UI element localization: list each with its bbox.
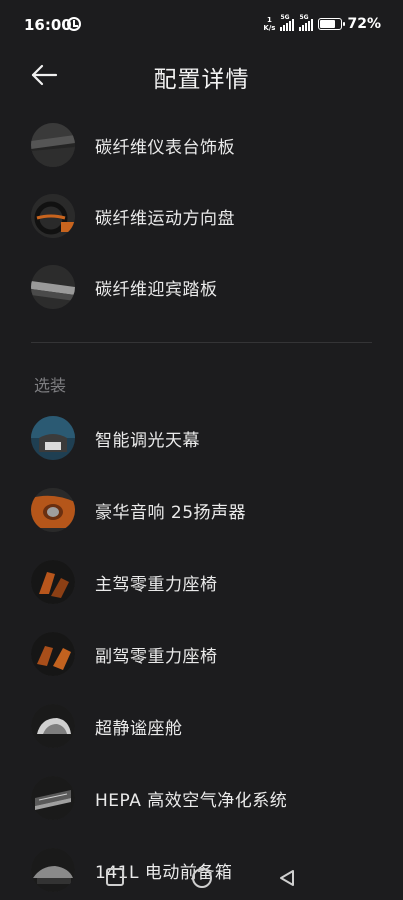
sunroof-thumb xyxy=(31,416,75,460)
system-back-button[interactable] xyxy=(277,868,297,888)
status-time: 16:00 xyxy=(24,16,72,34)
alarm-icon xyxy=(67,17,81,31)
battery-percent: 72% xyxy=(347,16,381,32)
config-item-label: 豪华音响 25扬声器 xyxy=(95,502,247,523)
config-item-quiet-cabin[interactable]: 超静谧座舱 xyxy=(0,694,403,758)
page-header: 配置详情 xyxy=(0,52,403,100)
door-sill-thumb xyxy=(31,265,75,309)
screen: 16:00 1 K/s 5G 5G 72% 配置详情 碳纤维仪表台饰板 碳纤维运… xyxy=(0,0,403,900)
config-item-label: 碳纤维迎宾踏板 xyxy=(95,279,218,300)
config-item-carbon-dashboard-trim[interactable]: 碳纤维仪表台饰板 xyxy=(0,113,403,177)
air-filter-thumb xyxy=(31,776,75,820)
config-item-hepa-air-purification[interactable]: HEPA 高效空气净化系统 xyxy=(0,766,403,830)
network-speed-value: 1 xyxy=(266,16,272,24)
driver-seat-thumb xyxy=(31,560,75,604)
config-item-label: 主驾零重力座椅 xyxy=(95,574,218,595)
status-bar: 16:00 1 K/s 5G 5G 72% xyxy=(0,0,403,50)
network-speed: 1 K/s xyxy=(263,16,275,32)
config-item-passenger-zero-gravity-seat[interactable]: 副驾零重力座椅 xyxy=(0,622,403,686)
config-item-door-sill[interactable]: 碳纤维迎宾踏板 xyxy=(0,255,403,319)
passenger-seat-thumb xyxy=(31,632,75,676)
config-item-smart-sunroof[interactable]: 智能调光天幕 xyxy=(0,406,403,470)
page-title: 配置详情 xyxy=(153,67,250,93)
config-item-label: 副驾零重力座椅 xyxy=(95,646,218,667)
system-nav-bar xyxy=(0,858,403,900)
speaker-thumb xyxy=(31,488,75,532)
recent-apps-button[interactable] xyxy=(106,868,124,886)
battery-icon xyxy=(318,18,346,30)
triangle-back-icon xyxy=(280,870,294,886)
section-divider xyxy=(31,342,372,343)
signal-2-tag: 5G xyxy=(299,14,309,21)
config-item-label: 碳纤维仪表台饰板 xyxy=(95,137,235,158)
steering-wheel-thumb xyxy=(31,194,75,238)
status-indicators: 1 K/s 5G 5G 72% xyxy=(263,14,381,32)
signal-1-tag: 5G xyxy=(280,14,290,21)
config-item-premium-audio[interactable]: 豪华音响 25扬声器 xyxy=(0,478,403,542)
config-item-steering-wheel[interactable]: 碳纤维运动方向盘 xyxy=(0,184,403,248)
carbon-dashboard-thumb xyxy=(31,123,75,167)
home-button[interactable] xyxy=(192,868,212,888)
quiet-cabin-thumb xyxy=(31,704,75,748)
signal-icon: 5G xyxy=(280,14,295,31)
battery-fill xyxy=(320,20,335,28)
section-title-optional: 选装 xyxy=(34,376,67,395)
network-speed-unit: K/s xyxy=(263,24,276,32)
config-item-label: HEPA 高效空气净化系统 xyxy=(95,790,288,811)
config-item-label: 碳纤维运动方向盘 xyxy=(95,208,235,229)
signal-icon: 5G xyxy=(299,14,314,31)
config-item-driver-zero-gravity-seat[interactable]: 主驾零重力座椅 xyxy=(0,550,403,614)
config-item-label: 智能调光天幕 xyxy=(95,430,200,451)
config-item-label: 超静谧座舱 xyxy=(95,718,183,739)
